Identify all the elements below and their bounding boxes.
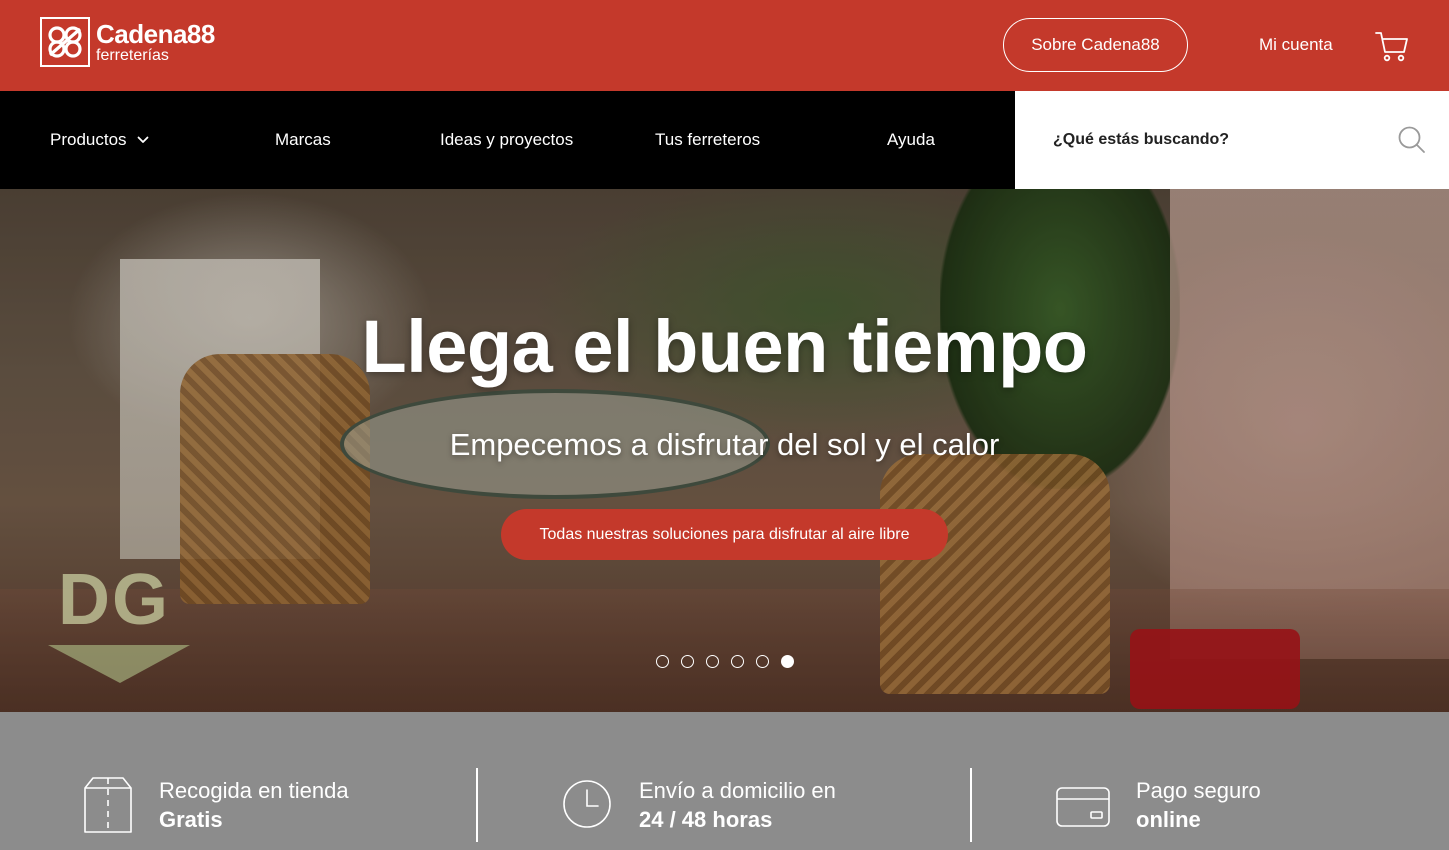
feature-title: Recogida en tienda <box>159 778 349 803</box>
hero-cta-button[interactable]: Todas nuestras soluciones para disfrutar… <box>501 509 948 560</box>
feature-pickup: Recogida en tienda Gratis <box>0 712 477 850</box>
about-button[interactable]: Sobre Cadena88 <box>1003 18 1188 72</box>
nav-item-productos[interactable]: Productos <box>50 91 149 189</box>
feature-highlight: 24 / 48 horas <box>639 807 773 832</box>
carousel-dot[interactable] <box>731 655 744 668</box>
features-strip: Recogida en tienda Gratis Envío a domici… <box>0 712 1449 850</box>
account-link[interactable]: Mi cuenta <box>1259 35 1333 55</box>
feature-title: Pago seguro <box>1136 778 1261 803</box>
main-nav: Productos Marcas Ideas y proyectos Tus f… <box>0 91 1015 189</box>
carousel-dot[interactable] <box>681 655 694 668</box>
search-box <box>1015 91 1449 189</box>
nav-item-label: Productos <box>50 130 127 149</box>
nav-item-ayuda[interactable]: Ayuda <box>887 91 935 189</box>
feature-payment: Pago seguro online <box>972 712 1449 850</box>
hero-title: Llega el buen tiempo <box>361 305 1089 388</box>
feature-highlight: Gratis <box>159 807 223 832</box>
carousel-dot-active[interactable] <box>781 655 794 668</box>
box-icon <box>84 777 132 833</box>
carousel-dot[interactable] <box>756 655 769 668</box>
clock-icon <box>563 780 611 828</box>
search-input[interactable] <box>1053 121 1383 159</box>
feature-highlight: online <box>1136 807 1201 832</box>
hero-banner: DG Llega el buen tiempo Empecemos a disf… <box>0 189 1449 712</box>
watermark-text: DG <box>58 560 170 640</box>
hero-subtitle: Empecemos a disfrutar del sol y el calor <box>449 427 1000 462</box>
brand-tagline: ferreterías <box>96 46 169 64</box>
carousel-dot[interactable] <box>706 655 719 668</box>
nav-item-marcas[interactable]: Marcas <box>275 91 331 189</box>
cart-icon[interactable] <box>1374 28 1410 64</box>
top-header: Cadena88 ferreterías Sobre Cadena88 Mi c… <box>0 0 1449 91</box>
nav-item-ferreteros[interactable]: Tus ferreteros <box>655 91 760 189</box>
nav-item-ideas[interactable]: Ideas y proyectos <box>440 91 573 189</box>
carousel-dots <box>656 655 794 668</box>
search-icon[interactable] <box>1397 125 1427 155</box>
carousel-dot[interactable] <box>656 655 669 668</box>
brand-mark-icon <box>40 17 90 67</box>
feature-title: Envío a domicilio en <box>639 778 836 803</box>
brand-name: Cadena88 <box>96 18 215 49</box>
chevron-down-icon <box>137 136 148 143</box>
brand-logo[interactable]: Cadena88 ferreterías <box>40 17 215 67</box>
credit-card-icon <box>1056 787 1110 827</box>
watermark-logo: DG <box>40 559 200 689</box>
feature-delivery: Envío a domicilio en 24 / 48 horas <box>478 712 970 850</box>
